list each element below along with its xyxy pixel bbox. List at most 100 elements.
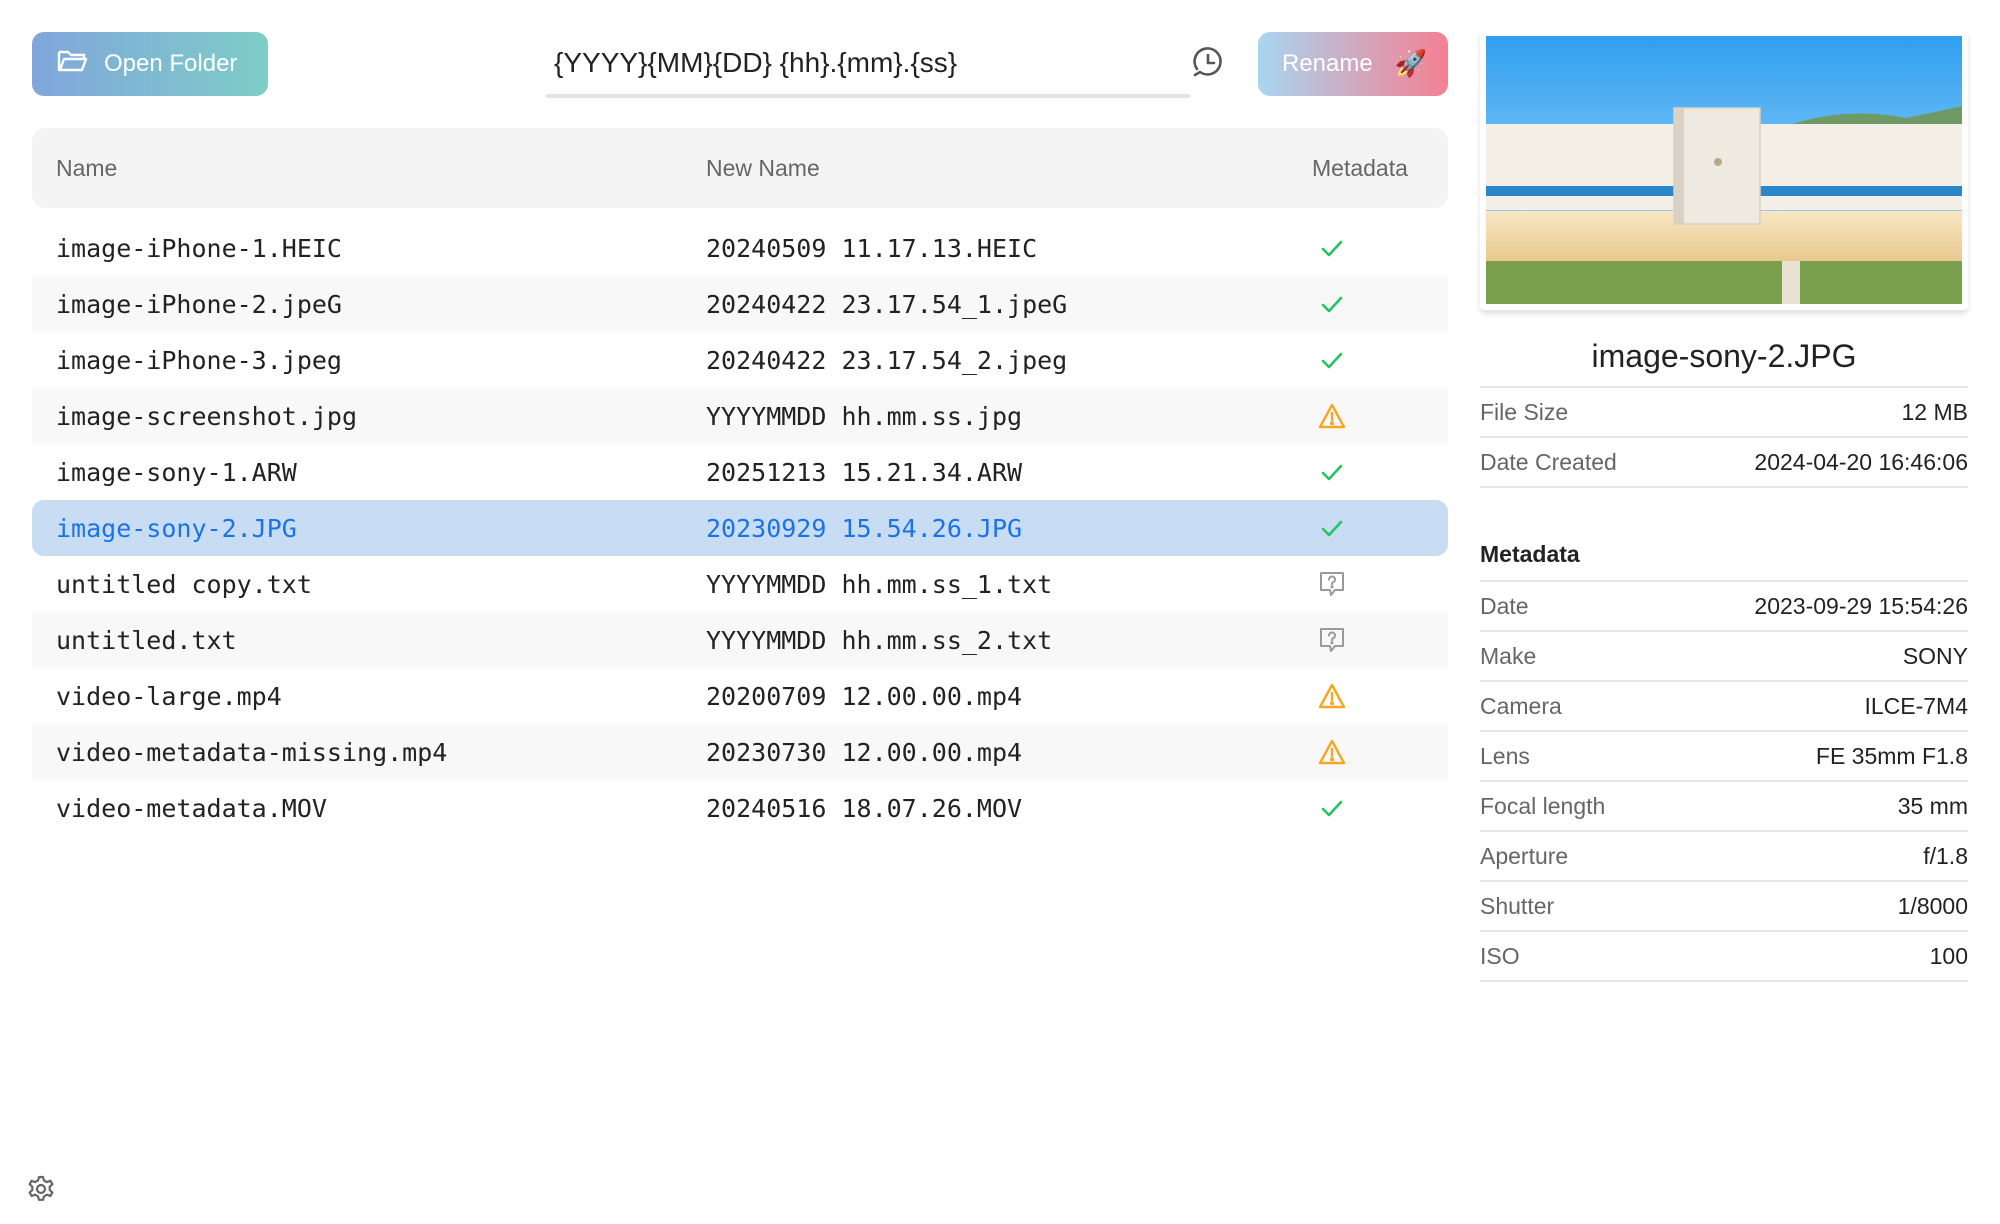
pattern-field — [546, 32, 1190, 98]
cell-new-name: 20230929 15.54.26.JPG — [706, 513, 1023, 543]
rocket-icon: 🚀 — [1394, 49, 1428, 79]
table-body: image-iPhone-1.HEIC 20240509 11.17.13.HEI… — [32, 220, 1448, 836]
table-header: Name New Name Metadata — [32, 128, 1448, 208]
cell-new-name: 20240422 23.17.54_1.jpeG — [706, 289, 1068, 319]
metadata-key: ISO — [1480, 942, 1520, 969]
metadata-key: Camera — [1480, 692, 1562, 719]
metadata-row: Focal length 35 mm — [1480, 780, 1968, 830]
metadata-row: Aperture f/1.8 — [1480, 830, 1968, 880]
metadata-value: SONY — [1902, 642, 1968, 669]
metadata-value: 1/8000 — [1897, 892, 1968, 919]
warning-triangle-icon — [1318, 738, 1346, 766]
file-info-value: 2024-04-20 16:46:06 — [1754, 448, 1968, 475]
metadata-key: Shutter — [1480, 892, 1555, 919]
cell-name: untitled.txt — [56, 625, 237, 655]
cell-new-name: 20251213 15.21.34.ARW — [706, 457, 1023, 487]
metadata-key: Date — [1480, 592, 1529, 619]
selected-file-title: image-sony-2.JPG — [1591, 338, 1857, 374]
preview-photo — [1486, 36, 1962, 304]
table-row[interactable]: untitled.txt YYYYMMDD hh.mm.ss_2.txt — [32, 612, 1448, 668]
metadata-value: 2023-09-29 15:54:26 — [1754, 592, 1968, 619]
history-clock-icon — [1191, 45, 1225, 84]
metadata-list: Date 2023-09-29 15:54:26 Make SONY Camera ILC… — [1480, 580, 1968, 982]
file-info-value: 12 MB — [1901, 398, 1968, 425]
question-bubble-icon — [1318, 570, 1346, 598]
file-info-row: Date Created 2024-04-20 16:46:06 — [1480, 436, 1968, 486]
table-row[interactable]: video-metadata-missing.mp4 20230730 12.00… — [32, 724, 1448, 780]
checkmark-icon — [1318, 458, 1346, 486]
metadata-key: Lens — [1480, 742, 1530, 769]
file-table: Name New Name Metadata image-iPhone-1.HE… — [32, 128, 1448, 836]
rename-button[interactable]: Rename 🚀 — [1258, 32, 1448, 96]
table-row[interactable]: image-iPhone-3.jpeg 20240422 23.17.54_2.j… — [32, 332, 1448, 388]
history-button[interactable] — [1190, 46, 1226, 82]
metadata-row: Camera ILCE-7M4 — [1480, 680, 1968, 730]
metadata-row: ISO 100 — [1480, 930, 1968, 980]
table-row[interactable]: image-iPhone-1.HEIC 20240509 11.17.13.HEI… — [32, 220, 1448, 276]
checkmark-icon — [1318, 794, 1346, 822]
rename-label: Rename — [1282, 50, 1373, 77]
warning-triangle-icon — [1318, 402, 1346, 430]
metadata-value: ILCE-7M4 — [1864, 692, 1968, 719]
image-preview — [1480, 30, 1968, 310]
file-info-key: File Size — [1480, 398, 1569, 425]
checkmark-icon — [1318, 514, 1346, 542]
table-row[interactable]: image-iPhone-2.jpeG 20240422 23.17.54_1.j… — [32, 276, 1448, 332]
header-metadata[interactable]: Metadata — [1312, 155, 1442, 182]
gear-icon — [27, 1175, 55, 1208]
table-row[interactable]: image-screenshot.jpg YYYYMMDD hh.mm.ss.jp… — [32, 388, 1448, 444]
cell-new-name: YYYYMMDD hh.mm.ss_1.txt — [706, 569, 1053, 599]
metadata-value: 100 — [1929, 942, 1968, 969]
settings-button[interactable] — [26, 1175, 56, 1208]
metadata-key: Focal length — [1480, 792, 1606, 819]
header-new-name[interactable]: New Name — [706, 155, 820, 182]
folder-open-icon — [56, 47, 88, 82]
metadata-key: Make — [1480, 642, 1537, 669]
metadata-value: FE 35mm F1.8 — [1815, 742, 1968, 769]
cell-new-name: 20240422 23.17.54_2.jpeg — [706, 345, 1068, 375]
file-info-list: File Size 12 MB Date Created 2024-04-20 16:… — [1480, 386, 1968, 488]
rename-pattern-input[interactable] — [546, 32, 1190, 94]
question-bubble-icon — [1318, 626, 1346, 654]
warning-triangle-icon — [1318, 682, 1346, 710]
open-folder-label: Open Folder — [104, 50, 238, 77]
cell-new-name: 20200709 12.00.00.mp4 — [706, 681, 1023, 711]
cell-name: image-screenshot.jpg — [56, 401, 358, 431]
table-row[interactable]: image-sony-1.ARW 20251213 15.21.34.ARW — [32, 444, 1448, 500]
table-row[interactable]: untitled copy.txt YYYYMMDD hh.mm.ss_1.txt — [32, 556, 1448, 612]
open-folder-button[interactable]: Open Folder — [32, 32, 268, 96]
metadata-row: Shutter 1/8000 — [1480, 880, 1968, 930]
header-name[interactable]: Name — [56, 155, 117, 182]
table-row[interactable]: video-large.mp4 20200709 12.00.00.mp4 — [32, 668, 1448, 724]
file-info-row: File Size 12 MB — [1480, 386, 1968, 436]
pattern-underline — [546, 94, 1190, 98]
app-window: Open Folder Rename 🚀 Name New Name Metad… — [0, 0, 2000, 1224]
cell-name: image-sony-1.ARW — [56, 457, 297, 487]
cell-new-name: 20240509 11.17.13.HEIC — [706, 233, 1038, 263]
divider — [1480, 486, 1968, 488]
cell-new-name: YYYYMMDD hh.mm.ss.jpg — [706, 401, 1023, 431]
cell-name: image-sony-2.JPG — [56, 513, 297, 543]
table-row[interactable]: image-sony-2.JPG 20230929 15.54.26.JPG — [32, 500, 1448, 556]
cell-name: image-iPhone-3.jpeg — [56, 345, 342, 375]
cell-new-name: 20230730 12.00.00.mp4 — [706, 737, 1023, 767]
cell-name: video-metadata.MOV — [56, 793, 327, 823]
cell-name: image-iPhone-2.jpeG — [56, 289, 342, 319]
metadata-value: 35 mm — [1897, 792, 1968, 819]
cell-name: untitled copy.txt — [56, 569, 312, 599]
divider — [1480, 980, 1968, 982]
metadata-section-title: Metadata — [1480, 541, 1580, 567]
metadata-row: Make SONY — [1480, 630, 1968, 680]
checkmark-icon — [1318, 290, 1346, 318]
metadata-key: Aperture — [1480, 842, 1569, 869]
cell-name: image-iPhone-1.HEIC — [56, 233, 342, 263]
file-info-key: Date Created — [1480, 448, 1617, 475]
checkmark-icon — [1318, 234, 1346, 262]
table-row[interactable]: video-metadata.MOV 20240516 18.07.26.MOV — [32, 780, 1448, 836]
metadata-row: Date 2023-09-29 15:54:26 — [1480, 580, 1968, 630]
metadata-value: f/1.8 — [1923, 842, 1968, 869]
cell-name: video-large.mp4 — [56, 681, 282, 711]
cell-new-name: YYYYMMDD hh.mm.ss_2.txt — [706, 625, 1053, 655]
cell-name: video-metadata-missing.mp4 — [56, 737, 448, 767]
cell-new-name: 20240516 18.07.26.MOV — [706, 793, 1023, 823]
